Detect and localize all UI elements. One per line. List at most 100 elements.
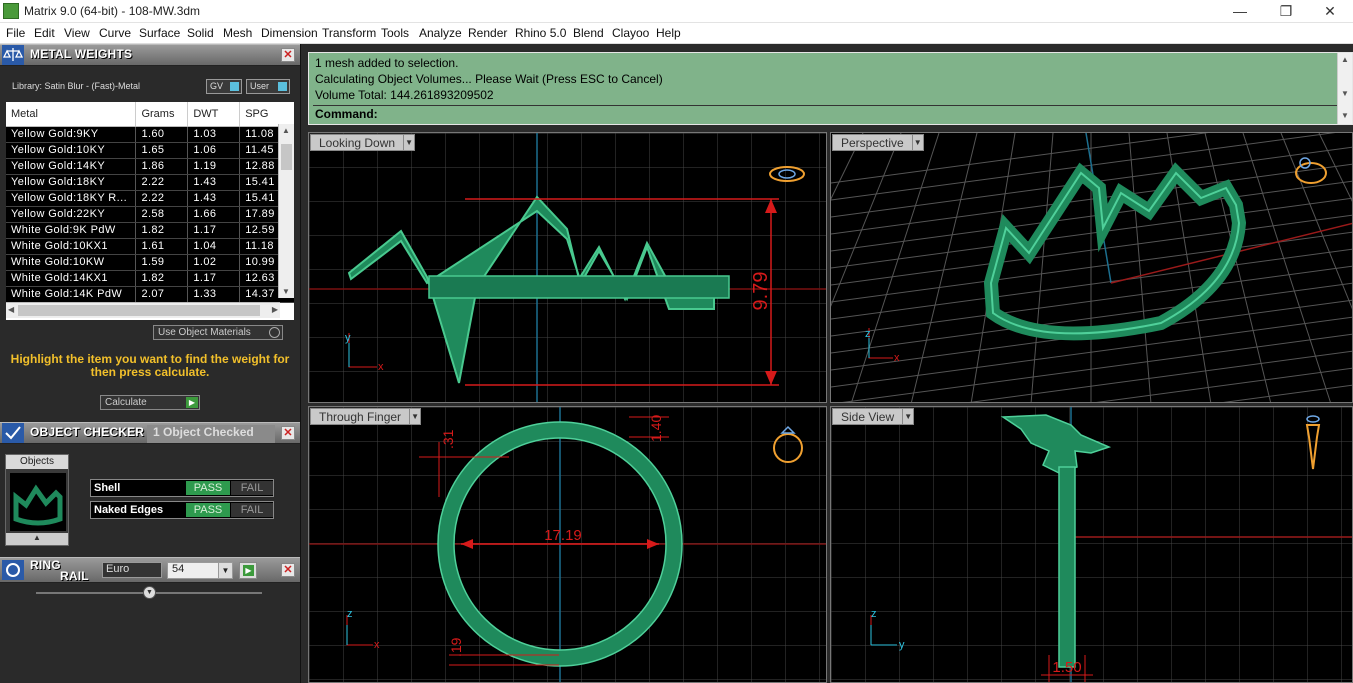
metal-weights-header: METAL WEIGHTS ✕ bbox=[0, 44, 300, 66]
col-dwt[interactable]: DWT bbox=[187, 102, 241, 127]
table-row[interactable]: Yellow Gold:10KY 1.65 1.06 11.45 bbox=[6, 142, 294, 159]
table-row[interactable]: White Gold:9K PdW 1.82 1.17 12.59 bbox=[6, 222, 294, 239]
command-line-2: Calculating Object Volumes... Please Wai… bbox=[315, 72, 663, 86]
naked-edges-check: Naked Edges PASS FAIL bbox=[90, 501, 274, 519]
viewport-name: Through Finger bbox=[319, 410, 402, 424]
metal-table-hscroll[interactable]: ◀ ▶ bbox=[6, 302, 280, 318]
axis-label-x: x bbox=[374, 639, 380, 651]
shell-fail-badge: FAIL bbox=[231, 481, 273, 495]
title-bar: Matrix 9.0 (64-bit) - 108-MW.3dm — ❐ ✕ bbox=[0, 0, 1353, 23]
objects-checked-status: 1 Object Checked bbox=[147, 425, 275, 443]
table-cell: 1.19 bbox=[187, 158, 241, 175]
menu-dimension[interactable]: Dimension bbox=[261, 26, 318, 40]
axis-label-z: z bbox=[347, 608, 353, 620]
command-prompt[interactable]: Command: bbox=[315, 107, 378, 121]
table-cell: Yellow Gold:18KY R... bbox=[6, 190, 137, 207]
command-line-1: 1 mesh added to selection. bbox=[315, 56, 459, 70]
menu-mesh[interactable]: Mesh bbox=[223, 26, 252, 40]
table-row[interactable]: Yellow Gold:9KY 1.60 1.03 11.08 bbox=[6, 126, 294, 143]
col-grams[interactable]: Grams bbox=[135, 102, 189, 127]
axis-label-z: z bbox=[865, 328, 871, 340]
calculate-button[interactable]: Calculate ▶ bbox=[100, 395, 200, 410]
menu-render[interactable]: Render bbox=[468, 26, 507, 40]
viewport-side-view[interactable]: 1.50 z y Side View ▼ bbox=[830, 406, 1353, 683]
table-row[interactable]: Yellow Gold:18KY R... 2.22 1.43 15.41 bbox=[6, 190, 294, 207]
window-title: Matrix 9.0 (64-bit) - 108-MW.3dm bbox=[24, 4, 201, 18]
menu-edit[interactable]: Edit bbox=[34, 26, 55, 40]
chevron-down-icon[interactable]: ▼ bbox=[911, 134, 924, 151]
menu-rhino[interactable]: Rhino 5.0 bbox=[515, 26, 566, 40]
metal-weights-close-icon[interactable]: ✕ bbox=[281, 48, 295, 62]
menu-help[interactable]: Help bbox=[656, 26, 681, 40]
viewport-perspective[interactable]: z x Perspective ▼ bbox=[830, 132, 1353, 403]
menu-analyze[interactable]: Analyze bbox=[419, 26, 462, 40]
maximize-button[interactable]: ❐ bbox=[1263, 0, 1309, 23]
table-cell: White Gold:10KW bbox=[6, 254, 137, 271]
command-line-3: Volume Total: 144.261893209502 bbox=[315, 88, 494, 102]
menu-view[interactable]: View bbox=[64, 26, 90, 40]
ring-size-select[interactable]: 54 ▼ bbox=[167, 562, 233, 579]
menu-transform[interactable]: Transform bbox=[322, 26, 376, 40]
viewport-tab-perspective[interactable]: Perspective ▼ bbox=[832, 134, 924, 151]
menu-tools[interactable]: Tools bbox=[381, 26, 409, 40]
table-cell: Yellow Gold:18KY bbox=[6, 174, 137, 191]
chevron-down-icon[interactable]: ▼ bbox=[902, 408, 915, 425]
menu-solid[interactable]: Solid bbox=[187, 26, 214, 40]
minimize-button[interactable]: — bbox=[1217, 0, 1263, 23]
table-cell: 1.33 bbox=[187, 286, 241, 303]
chevron-down-icon[interactable]: ▼ bbox=[403, 134, 416, 151]
viewport-tab-through-finger[interactable]: Through Finger ▼ bbox=[310, 408, 422, 425]
ring-rail-slider-handle[interactable]: ▼ bbox=[143, 586, 156, 599]
menu-bar: File Edit View Curve Surface Solid Mesh … bbox=[0, 23, 1353, 44]
menu-curve[interactable]: Curve bbox=[99, 26, 131, 40]
table-row[interactable]: White Gold:14KX1 1.82 1.17 12.63 bbox=[6, 270, 294, 287]
table-row[interactable]: Yellow Gold:18KY 2.22 1.43 15.41 bbox=[6, 174, 294, 191]
calculate-label: Calculate bbox=[105, 397, 147, 408]
command-history[interactable]: 1 mesh added to selection. Calculating O… bbox=[308, 52, 1353, 125]
table-cell: 2.58 bbox=[135, 206, 189, 223]
chevron-down-icon[interactable]: ▼ bbox=[409, 408, 422, 425]
close-button[interactable]: ✕ bbox=[1307, 0, 1353, 23]
col-metal[interactable]: Metal bbox=[6, 102, 137, 127]
viewport-tab-looking-down[interactable]: Looking Down ▼ bbox=[310, 134, 416, 151]
user-toggle-label: User bbox=[250, 81, 270, 91]
table-row[interactable]: White Gold:14K PdW 2.07 1.33 14.37 bbox=[6, 286, 294, 303]
naked-edges-fail-badge: FAIL bbox=[231, 503, 273, 517]
table-cell: 1.61 bbox=[135, 238, 189, 255]
objects-preview[interactable]: Objects ▲ bbox=[5, 454, 69, 546]
table-cell: 2.07 bbox=[135, 286, 189, 303]
table-cell: Yellow Gold:9KY bbox=[6, 126, 137, 143]
menu-file[interactable]: File bbox=[6, 26, 25, 40]
table-row[interactable]: Yellow Gold:22KY 2.58 1.66 17.89 bbox=[6, 206, 294, 223]
table-cell: 1.02 bbox=[187, 254, 241, 271]
table-cell: 1.82 bbox=[135, 270, 189, 287]
ring-rail-run-button[interactable]: ▶ bbox=[239, 562, 257, 579]
table-cell: 2.22 bbox=[135, 190, 189, 207]
ring-standard-select[interactable]: Euro bbox=[102, 562, 162, 578]
col-spg[interactable]: SPG bbox=[239, 102, 294, 127]
viewport-tab-side-view[interactable]: Side View ▼ bbox=[832, 408, 915, 425]
ring-rail-close-icon[interactable]: ✕ bbox=[281, 563, 295, 577]
metal-table-vscroll[interactable]: ▲ ▼ bbox=[278, 124, 294, 298]
use-object-materials-toggle[interactable]: Use Object Materials bbox=[153, 325, 283, 340]
table-cell: 1.43 bbox=[187, 190, 241, 207]
viewport-looking-down[interactable]: 9.79 y x Looking Down ▼ bbox=[308, 132, 827, 403]
gv-toggle[interactable]: GV bbox=[206, 79, 242, 94]
object-checker-close-icon[interactable]: ✕ bbox=[281, 426, 295, 440]
table-cell: Yellow Gold:22KY bbox=[6, 206, 137, 223]
table-cell: 1.82 bbox=[135, 222, 189, 239]
gv-toggle-label: GV bbox=[210, 81, 224, 91]
menu-clayoo[interactable]: Clayoo bbox=[612, 26, 649, 40]
viewport-through-finger[interactable]: 17.19 .31 1.40 .19 z x Through Finger ▼ bbox=[308, 406, 827, 683]
command-scrollbar[interactable]: ▲ ▼ ▼ bbox=[1337, 53, 1352, 124]
ring-size-value: 54 bbox=[172, 563, 185, 575]
scale-icon bbox=[2, 45, 24, 65]
user-toggle[interactable]: User bbox=[246, 79, 290, 94]
app-icon bbox=[3, 3, 19, 19]
table-row[interactable]: Yellow Gold:14KY 1.86 1.19 12.88 bbox=[6, 158, 294, 175]
menu-surface[interactable]: Surface bbox=[139, 26, 180, 40]
table-row[interactable]: White Gold:10KW 1.59 1.02 10.99 bbox=[6, 254, 294, 271]
menu-blend[interactable]: Blend bbox=[573, 26, 604, 40]
table-cell: White Gold:14K PdW bbox=[6, 286, 137, 303]
table-row[interactable]: White Gold:10KX1 1.61 1.04 11.18 bbox=[6, 238, 294, 255]
